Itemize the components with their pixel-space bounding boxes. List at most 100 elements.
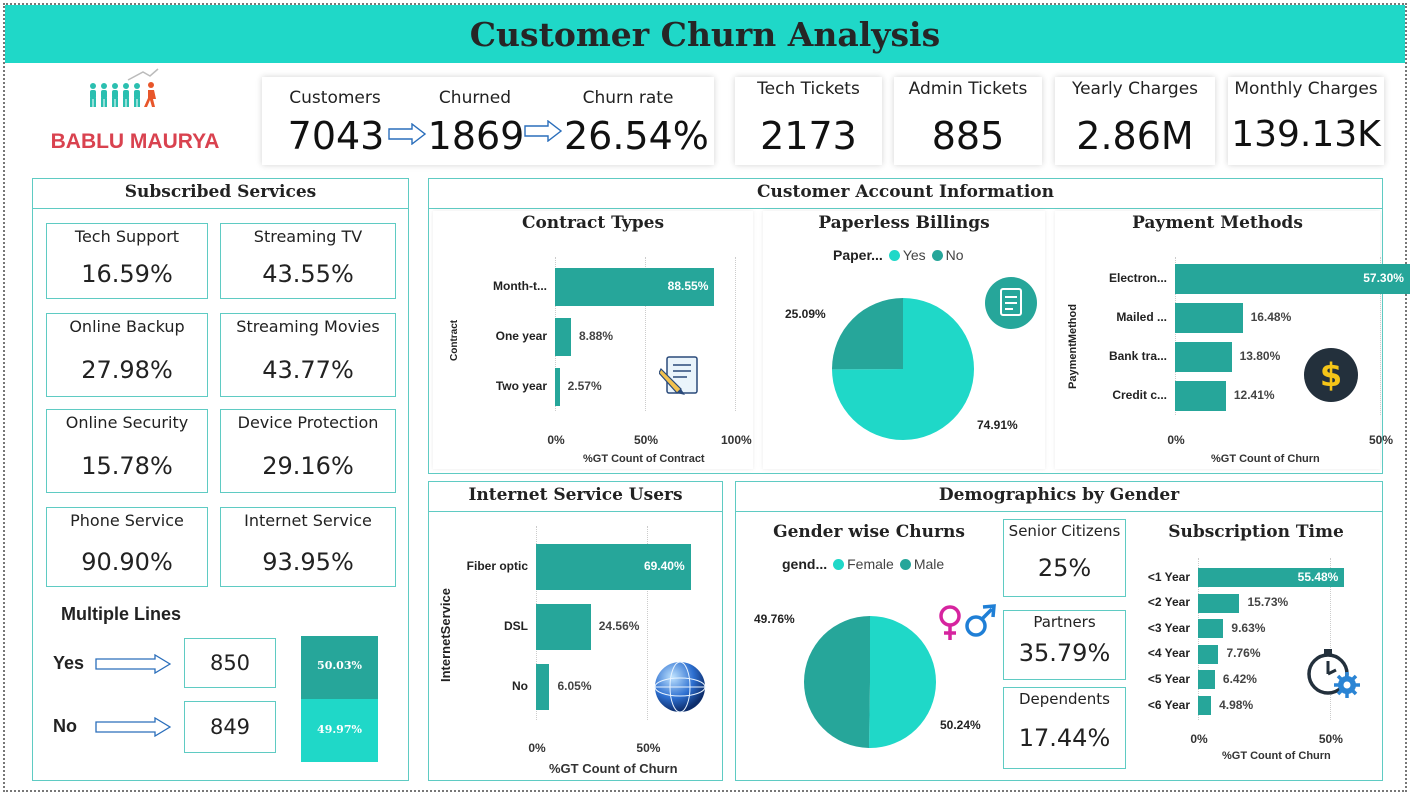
service-device-protection: Device Protection 29.16% [220, 409, 396, 493]
gender-card: Gender wise Churns gend... Female Male 50.2… [738, 514, 1000, 778]
bar [1198, 696, 1212, 715]
partners-card: Partners 35.79% [1003, 610, 1126, 680]
category-label: <3 Year [1147, 620, 1190, 635]
category-label: Bank tra... [1108, 349, 1167, 363]
gender-symbols-icon [936, 602, 996, 648]
multiple-lines-yes-pct: 50.03% [317, 659, 362, 672]
y-axis-title: PaymentMethod [1067, 304, 1079, 389]
data-label: 88.55% [667, 279, 709, 293]
partners-value: 35.79% [1018, 639, 1111, 667]
service-value: 29.16% [262, 452, 354, 480]
dependents-label: Dependents [1019, 690, 1110, 708]
paperless-card: Paperless Billings Paper... Yes No 74.91% 25… [763, 211, 1045, 469]
bar [1198, 670, 1215, 690]
x-axis-title: %GT Count of Churn [1211, 453, 1320, 465]
people-icon [90, 68, 159, 107]
slice-label: 50.24% [940, 718, 981, 732]
x-axis-title: %GT Count of Contract [583, 453, 705, 465]
title-divider [736, 511, 1382, 512]
kpi-customers-value: 7043 [287, 114, 385, 158]
x-tick-label: 0% [528, 741, 546, 755]
pie [804, 616, 936, 748]
x-tick-label: 0% [1167, 433, 1185, 447]
category-label: <1 Year [1147, 569, 1190, 584]
legend-swatch [888, 250, 900, 261]
kpi-admin-tickets-label: Admin Tickets [908, 79, 1028, 99]
data-label: 69.40% [643, 559, 685, 573]
kpi-monthly-charges: Monthly Charges 139.13K [1228, 77, 1384, 165]
bar [1175, 381, 1226, 411]
kpi-churn-rate-label: Churn rate [582, 88, 674, 108]
kpi-admin-tickets: Admin Tickets 885 [894, 77, 1042, 165]
kpi-tech-tickets-value: 2173 [760, 114, 857, 158]
legend: Paper... Yes No [833, 247, 964, 263]
kpi-churn-rate-value: 26.54% [564, 114, 709, 158]
slice-label: 74.91% [977, 418, 1018, 432]
service-label: Streaming Movies [236, 317, 380, 336]
partners-label: Partners [1033, 613, 1096, 631]
category-label: Credit c... [1112, 388, 1167, 402]
service-value: 43.77% [262, 356, 354, 384]
category-label: Two year [495, 379, 547, 393]
x-tick-label: 50% [1318, 732, 1343, 746]
service-label: Online Security [65, 413, 189, 432]
category-label: Electron... [1108, 271, 1167, 285]
multiple-lines-no-value: 849 [209, 715, 251, 739]
demographics-title: Demographics by Gender [938, 485, 1180, 505]
service-value: 27.98% [81, 356, 173, 384]
category-label: <2 Year [1147, 595, 1190, 610]
service-value: 43.55% [262, 260, 354, 288]
pie [832, 298, 974, 440]
bar [555, 368, 560, 406]
account-panel: Customer Account Information Contract Ty… [428, 178, 1410, 474]
x-tick-label: 100% [721, 433, 752, 447]
kpi-monthly-charges-value: 139.13K [1231, 114, 1381, 155]
category-label: <4 Year [1147, 646, 1190, 661]
multiple-lines-no-label: No [53, 716, 77, 736]
data-label: 55.48% [1297, 569, 1339, 584]
legend-label: No [945, 247, 964, 263]
service-value: 16.59% [81, 260, 173, 288]
category-label: Fiber optic [466, 559, 528, 573]
kpi-customers-label: Customers [289, 88, 381, 108]
service-streaming-movies: Streaming Movies 43.77% [220, 313, 396, 397]
category-label: Month-t... [493, 279, 547, 293]
slice-label: 49.76% [754, 612, 795, 626]
bar [536, 664, 550, 710]
multiple-lines-title: Multiple Lines [61, 604, 182, 624]
senior-citizens-value: 25% [1037, 554, 1092, 582]
data-label: 6.42% [1222, 671, 1257, 686]
service-value: 90.90% [81, 548, 173, 576]
legend-label: Yes [902, 247, 926, 263]
service-streaming-tv: Streaming TV 43.55% [220, 223, 396, 299]
legend-title: gend... [782, 556, 828, 572]
subscription-card: Subscription Time 0% 50% <1 Year 55.48% <2 Y… [1132, 514, 1380, 778]
multiple-lines-yes-value: 850 [209, 651, 251, 675]
payment-card: Payment Methods 0% 50% Electron... 57.30% Ma… [1055, 211, 1410, 469]
demographics-panel: Demographics by Gender Gender wise Churn… [735, 481, 1383, 781]
category-label: Mailed ... [1116, 310, 1167, 324]
contract-chart: 0% 50% 100% Month-t... 88.55% One year 8.88% Tw… [433, 211, 753, 469]
x-tick-label: 50% [633, 433, 659, 447]
pie-slice [869, 616, 936, 748]
bar [1175, 303, 1243, 333]
multiple-lines-yes-label: Yes [53, 653, 85, 673]
internet-panel: Internet Service Users 0% 50% Fiber optic 6… [428, 481, 723, 781]
legend-title: Paper... [833, 247, 883, 263]
service-internet-service: Internet Service 93.95% [220, 507, 396, 587]
svg-text:$: $ [1320, 356, 1342, 394]
service-tech-support: Tech Support 16.59% [46, 223, 208, 299]
paperless-chart: Paper... Yes No 74.91% 25.09% [763, 211, 1045, 469]
legend: gend... Female Male [782, 556, 944, 572]
contract-card: Contract Types 0% 50% 100% Month-t... 88.55%… [433, 211, 753, 469]
logo [88, 68, 168, 114]
multiple-lines-no-box: 849 [184, 701, 276, 753]
kpi-tech-tickets-label: Tech Tickets [757, 79, 860, 99]
legend-swatch [833, 559, 845, 570]
service-label: Online Backup [69, 317, 185, 336]
bar [536, 604, 591, 650]
internet-chart: 0% 50% Fiber optic 69.40% DSL 24.56% No 6.05% %G… [429, 482, 724, 782]
grid-line [735, 257, 736, 411]
data-label: 16.48% [1250, 310, 1292, 324]
data-label: 57.30% [1363, 271, 1404, 285]
